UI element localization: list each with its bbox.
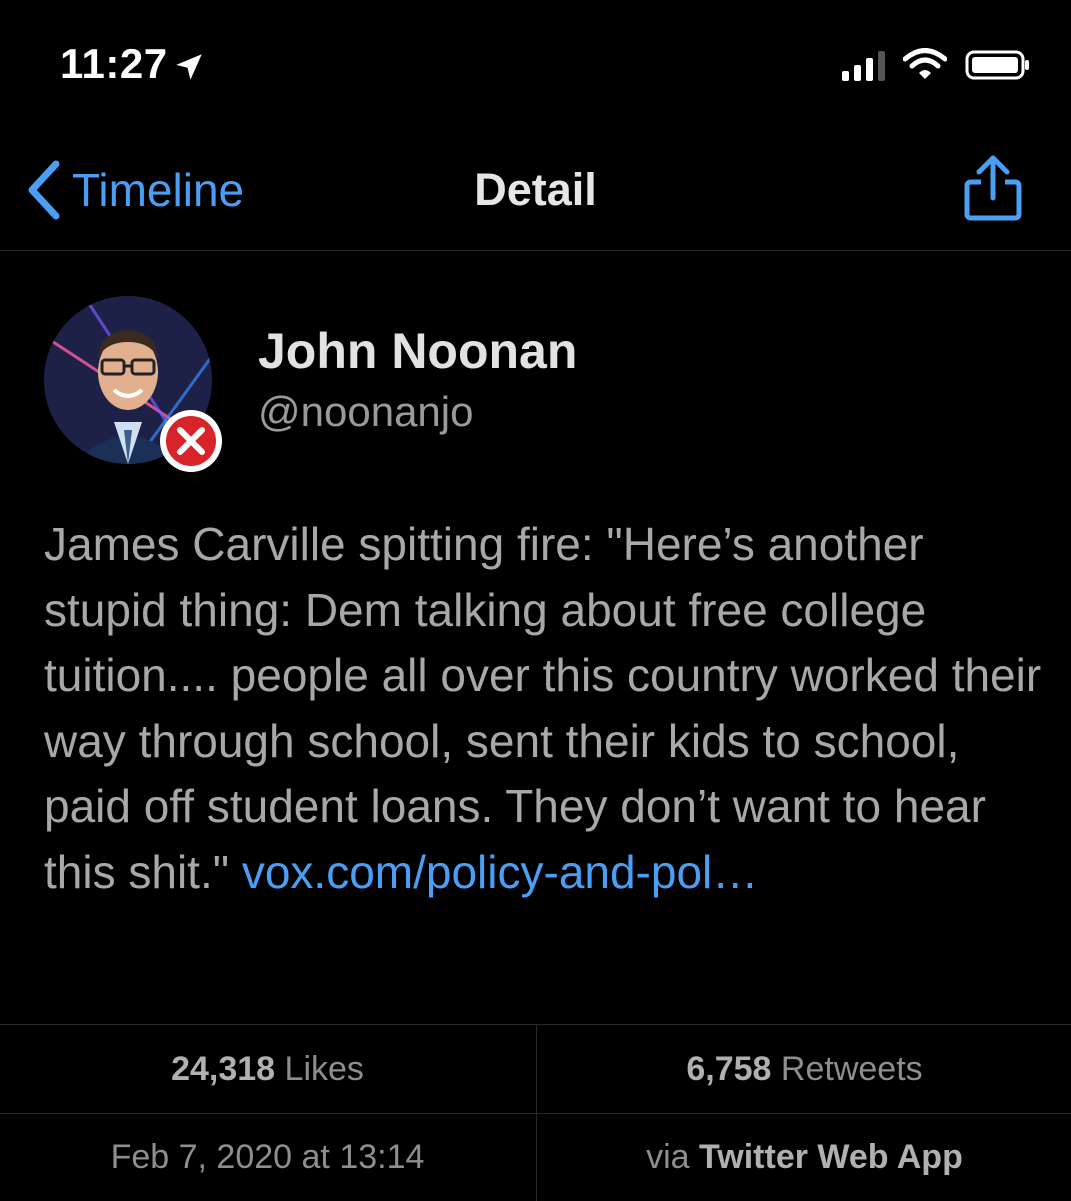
blocked-badge-icon <box>160 410 222 472</box>
author-handle[interactable]: @noonanjo <box>258 388 473 436</box>
status-icons <box>842 48 1031 82</box>
wifi-icon <box>903 48 947 79</box>
tweet-author: John Noonan @noonanjo <box>44 296 1044 476</box>
nav-bar: Timeline Detail <box>0 130 1071 251</box>
via-prefix: via <box>646 1138 690 1176</box>
stats-row-meta: Feb 7, 2020 at 13:14 via Twitter Web App <box>0 1113 1071 1201</box>
retweets-stat[interactable]: 6,758 Retweets <box>536 1025 1071 1113</box>
likes-label: Likes <box>284 1050 364 1088</box>
author-name[interactable]: John Noonan <box>258 322 577 380</box>
tweet-timestamp: Feb 7, 2020 at 13:14 <box>110 1138 425 1176</box>
page-title: Detail <box>474 164 597 215</box>
tweet-text: James Carville spitting fire: "Here’s an… <box>44 512 1044 905</box>
share-icon <box>964 155 1022 221</box>
tweet-stats: 24,318 Likes 6,758 Retweets Feb 7, 2020 … <box>0 1024 1071 1201</box>
status-bar: 11:27 <box>0 0 1071 120</box>
cellular-signal-icon <box>842 49 885 81</box>
stats-row-engagement: 24,318 Likes 6,758 Retweets <box>0 1025 1071 1114</box>
battery-icon <box>965 50 1029 80</box>
likes-stat[interactable]: 24,318 Likes <box>0 1025 535 1113</box>
tweet-link[interactable]: vox.com/policy-and-pol… <box>242 846 758 898</box>
share-button[interactable] <box>961 152 1025 229</box>
status-time: 11:27 <box>60 40 168 87</box>
location-arrow-icon <box>176 54 202 80</box>
source-app: Twitter Web App <box>699 1138 963 1176</box>
likes-count: 24,318 <box>171 1050 276 1088</box>
tweet-source: via Twitter Web App <box>536 1113 1071 1201</box>
retweets-count: 6,758 <box>686 1050 772 1088</box>
tweet-body: James Carville spitting fire: "Here’s an… <box>44 518 1042 898</box>
retweets-label: Retweets <box>780 1050 923 1088</box>
